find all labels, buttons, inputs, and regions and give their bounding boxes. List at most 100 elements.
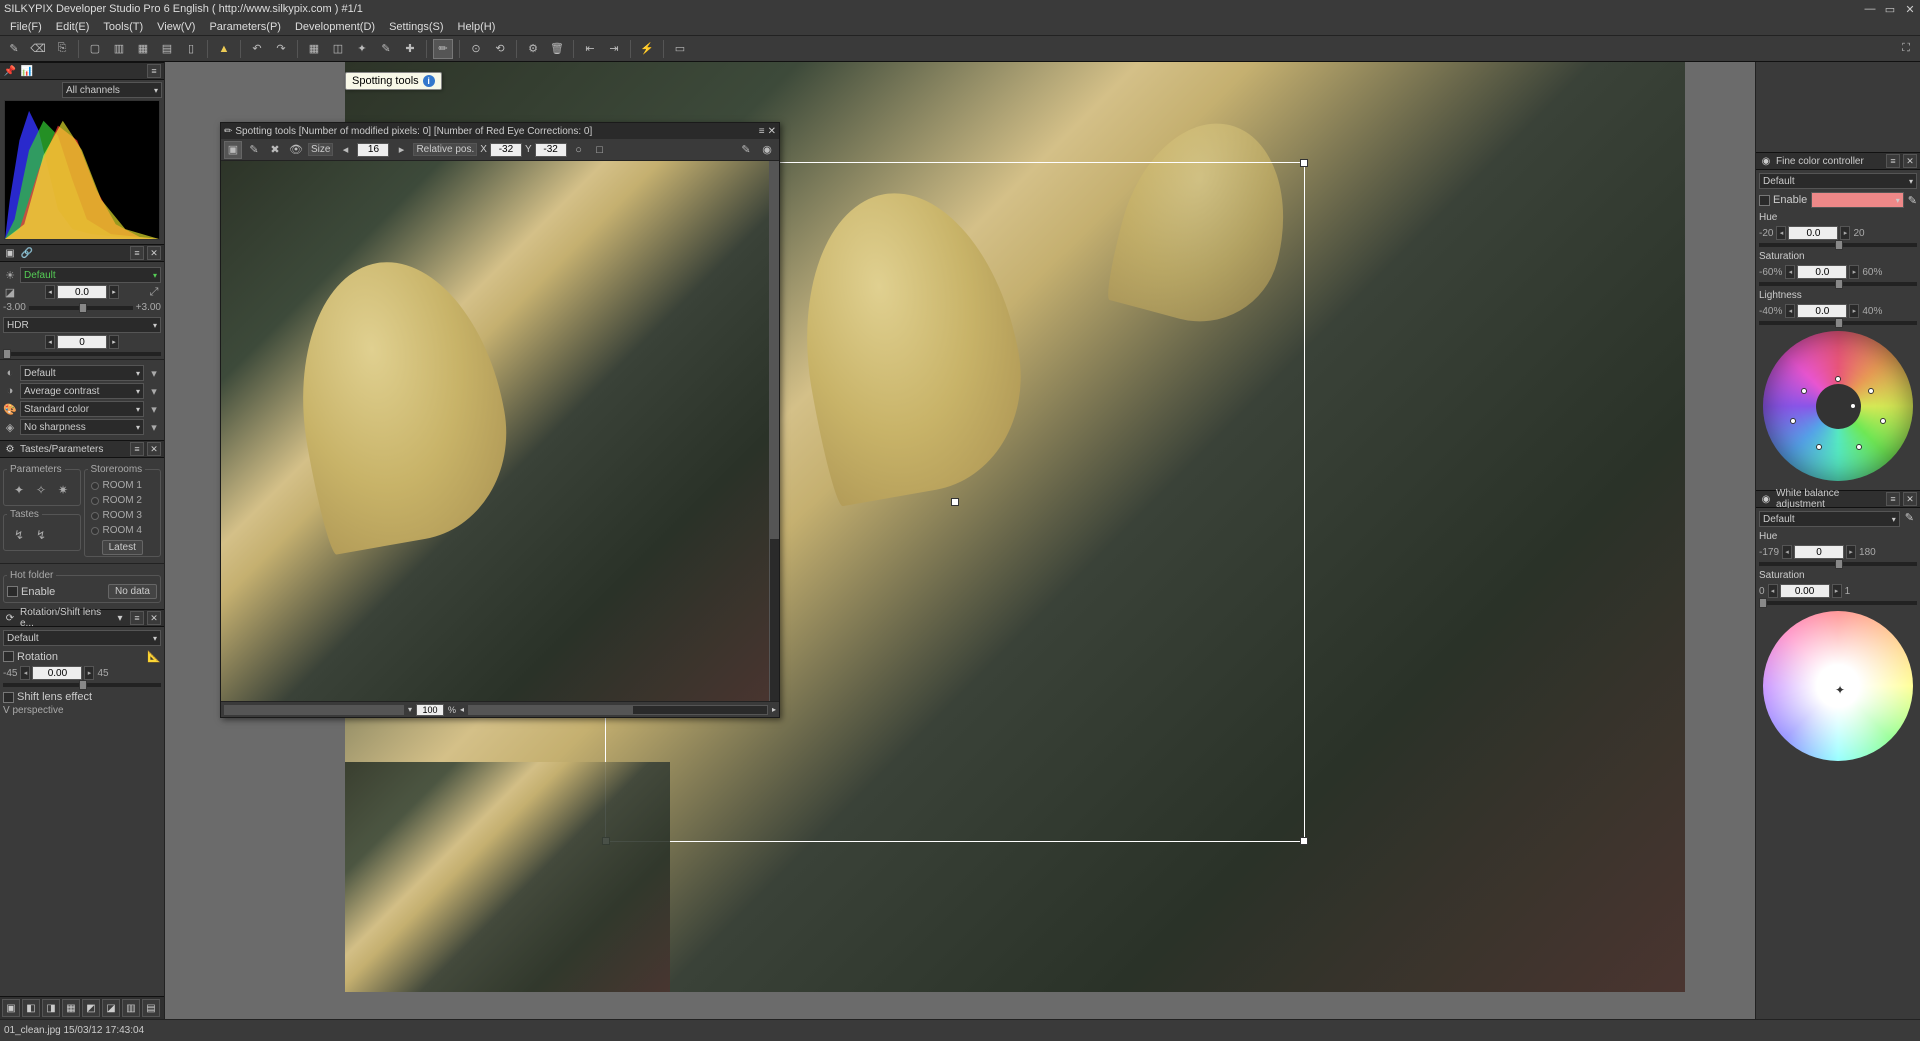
shift-enable[interactable]: Shift lens effect — [3, 691, 161, 703]
x-input[interactable] — [490, 143, 522, 157]
spotting-canvas[interactable] — [221, 161, 779, 701]
panel-close-icon[interactable]: ✕ — [1903, 492, 1917, 506]
tool-gear-icon[interactable]: ⚙ — [523, 39, 543, 59]
rotation-taste-dropdown[interactable]: Default — [3, 630, 161, 646]
tool-col-icon[interactable]: ▯ — [181, 39, 201, 59]
panel-menu-icon[interactable]: ≡ — [130, 611, 144, 625]
panel-menu-icon[interactable]: ≡ — [130, 442, 144, 456]
tool-warning-icon[interactable]: ▲ — [214, 39, 234, 59]
panel-menu-icon[interactable]: ≡ — [130, 246, 144, 260]
chevron-down-icon[interactable]: ▾ — [147, 366, 161, 380]
dropper-icon[interactable]: ✎ — [1908, 194, 1917, 207]
bottom-tool-icon[interactable]: ◩ — [82, 999, 100, 1017]
panel-menu-icon[interactable]: ≡ — [147, 64, 161, 78]
hdr-input[interactable] — [57, 335, 107, 349]
menu-view[interactable]: View(V) — [151, 20, 201, 34]
wb-hue-slider[interactable] — [1759, 562, 1917, 566]
size-input[interactable] — [357, 143, 389, 157]
close-button[interactable]: ✕ — [1900, 1, 1920, 17]
spotting-window[interactable]: ✏ Spotting tools [Number of modified pix… — [220, 122, 780, 718]
fcc-sat-input[interactable] — [1797, 265, 1847, 279]
hdr-dropdown[interactable]: HDR — [3, 317, 161, 333]
histogram-icon[interactable]: 📊 — [20, 64, 34, 78]
exposure-value-field[interactable]: ◂ ▸ — [20, 285, 144, 299]
menu-parameters[interactable]: Parameters(P) — [203, 20, 287, 34]
dropper-icon[interactable]: ✎ — [1902, 511, 1917, 527]
tool-export-r-icon[interactable]: ⇥ — [604, 39, 624, 59]
bottom-tool-icon[interactable]: ◨ — [42, 999, 60, 1017]
menu-settings[interactable]: Settings(S) — [383, 20, 449, 34]
exposure-input[interactable] — [57, 285, 107, 299]
menu-help[interactable]: Help(H) — [452, 20, 502, 34]
panel-close-icon[interactable]: ✕ — [147, 246, 161, 260]
decrement-icon[interactable]: ◂ — [20, 666, 30, 680]
tool-single-icon[interactable]: ▢ — [85, 39, 105, 59]
room-item[interactable]: ROOM 1 — [88, 478, 158, 493]
panel-close-icon[interactable]: ✕ — [147, 611, 161, 625]
fcc-hue-input[interactable] — [1788, 226, 1838, 240]
tool-copy-icon[interactable]: ⎘ — [52, 39, 72, 59]
menu-tools[interactable]: Tools(T) — [97, 20, 149, 34]
bottom-tool-icon[interactable]: ◪ — [102, 999, 120, 1017]
room-item[interactable]: ROOM 2 — [88, 493, 158, 508]
spotting-title[interactable]: ✏ Spotting tools [Number of modified pix… — [221, 123, 779, 139]
chevron-down-icon[interactable]: ▾ — [147, 420, 161, 434]
hotfolder-enable[interactable]: Enable — [7, 586, 55, 598]
bottom-tool-icon[interactable]: ▤ — [142, 999, 160, 1017]
wb-colorwheel[interactable]: ✦ — [1763, 611, 1913, 761]
menu-file[interactable]: File(F) — [4, 20, 48, 34]
maximize-button[interactable]: ▭ — [1880, 1, 1900, 17]
tool-grid3-icon[interactable]: ▤ — [157, 39, 177, 59]
redeye-icon[interactable]: ◉ — [758, 141, 776, 159]
decrement-icon[interactable]: ◂ — [45, 335, 55, 349]
fcc-light-input[interactable] — [1797, 304, 1847, 318]
fcc-sat-slider[interactable] — [1759, 282, 1917, 286]
menu-development[interactable]: Development(D) — [289, 20, 381, 34]
rotation-enable[interactable]: Rotation — [3, 651, 58, 663]
tool-flash-icon[interactable]: ⚡ — [637, 39, 657, 59]
wb-sat-input[interactable] — [1780, 584, 1830, 598]
pin-icon[interactable]: 📌 — [3, 64, 17, 78]
tool-rotate-r-icon[interactable]: ↷ — [271, 39, 291, 59]
tool-export-l-icon[interactable]: ⇤ — [580, 39, 600, 59]
tool-erase-icon[interactable]: ⌫ — [28, 39, 48, 59]
square-icon[interactable]: □ — [591, 141, 609, 159]
chevron-down-icon[interactable]: ▾ — [113, 611, 127, 625]
wb-dropdown[interactable]: Default — [1759, 511, 1900, 527]
tool-trash-icon[interactable]: 🗑 — [547, 39, 567, 59]
spot-eye-icon[interactable]: 👁 — [287, 141, 305, 159]
sharpness-dropdown[interactable]: No sharpness — [20, 419, 144, 435]
hscrollbar[interactable] — [468, 705, 768, 715]
taste-icon[interactable]: ↯ — [32, 526, 50, 544]
contrast-taste-dropdown[interactable]: Default — [20, 365, 144, 381]
exposure-taste-dropdown[interactable]: Default — [20, 267, 161, 283]
rotation-slider[interactable] — [3, 683, 161, 687]
expand-icon[interactable]: ⤢ — [147, 285, 161, 299]
zoom-input[interactable] — [416, 704, 444, 716]
tool-dust-icon[interactable]: ⊙ — [466, 39, 486, 59]
bottom-tool-icon[interactable]: ▦ — [62, 999, 80, 1017]
tool-rotate-l-icon[interactable]: ↶ — [247, 39, 267, 59]
panel-menu-icon[interactable]: ≡ — [1886, 492, 1900, 506]
bottom-tool-icon[interactable]: ▥ — [122, 999, 140, 1017]
contrast-dropdown[interactable]: Average contrast — [20, 383, 144, 399]
zoom-slider[interactable] — [224, 705, 404, 715]
panel-close-icon[interactable]: ✕ — [768, 126, 776, 137]
param-icon[interactable]: ✧ — [32, 481, 50, 499]
chevron-down-icon[interactable]: ▾ — [147, 402, 161, 416]
color-dropdown[interactable]: Standard color — [20, 401, 144, 417]
rotation-input[interactable] — [32, 666, 82, 680]
bottom-tool-icon[interactable]: ◧ — [22, 999, 40, 1017]
minimize-button[interactable]: — — [1860, 1, 1880, 17]
pen-icon[interactable]: ✎ — [737, 141, 755, 159]
fcc-colorwheel[interactable] — [1763, 331, 1913, 481]
spot-brush-icon[interactable]: ✎ — [245, 141, 263, 159]
exposure-slider[interactable] — [29, 306, 133, 310]
taste-icon[interactable]: ↯ — [10, 526, 28, 544]
fullscreen-icon[interactable]: ⛶ — [1896, 39, 1916, 59]
tool-healing-icon[interactable]: ✚ — [400, 39, 420, 59]
increment-icon[interactable]: ▸ — [84, 666, 94, 680]
tool-grid-icon[interactable]: ▦ — [304, 39, 324, 59]
tool-screen-icon[interactable]: ▭ — [670, 39, 690, 59]
tool-wand-icon[interactable]: ✦ — [352, 39, 372, 59]
